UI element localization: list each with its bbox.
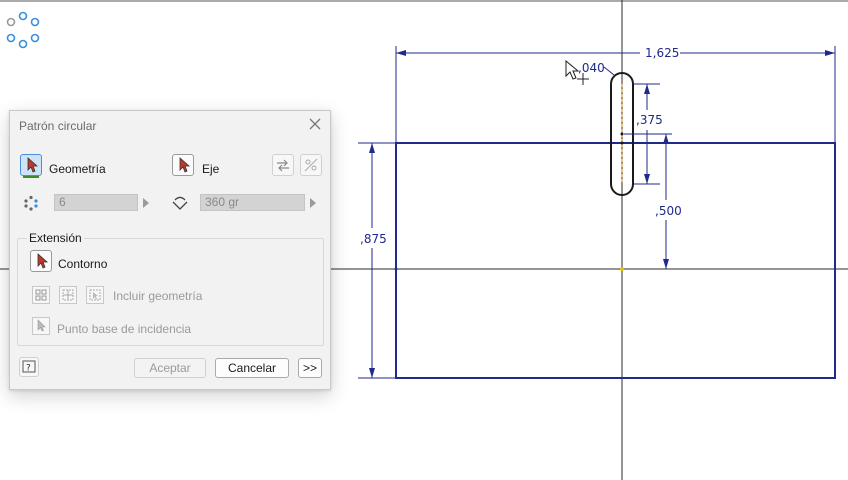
base-point-label: Punto base de incidencia (57, 322, 192, 336)
slot-radius-dimension[interactable]: ,040 (578, 61, 605, 75)
suppress-icon (304, 158, 318, 172)
flip-direction-button[interactable] (272, 154, 294, 176)
slot-length-dimension[interactable]: ,375 (636, 113, 663, 127)
select-arrow-icon (27, 157, 39, 173)
grid-icon (35, 289, 47, 301)
dialog-title: Patrón circular (19, 119, 97, 133)
height-dimension[interactable]: ,875 (360, 232, 387, 246)
more-options-button[interactable]: >> (298, 358, 322, 378)
suppress-button[interactable] (300, 154, 322, 176)
help-icon: ? (22, 360, 36, 374)
occurrence-count-input[interactable]: 6 (54, 194, 138, 211)
include-geometry-label: Incluir geometría (113, 289, 203, 303)
extension-title: Extensión (27, 231, 84, 245)
base-point-button[interactable] (32, 317, 50, 335)
svg-text:?: ? (26, 364, 31, 374)
include-select-button[interactable] (59, 286, 77, 304)
accept-button[interactable]: Aceptar (134, 358, 206, 378)
angle-icon (172, 196, 188, 210)
select-arrow-icon (37, 319, 46, 332)
circular-pattern-icon (6, 11, 40, 49)
grid-select-icon (62, 289, 74, 301)
close-icon[interactable] (307, 116, 323, 132)
geometry-label: Geometría (49, 162, 106, 176)
axis-label: Eje (202, 162, 220, 176)
cancel-button[interactable]: Cancelar (215, 358, 289, 378)
angle-arrow-icon[interactable] (310, 198, 316, 208)
include-all-button[interactable] (32, 286, 50, 304)
geometry-select-button[interactable] (20, 154, 42, 178)
slot-offset-dimension[interactable]: ,500 (655, 204, 682, 218)
include-pointer-button[interactable] (86, 286, 104, 304)
angle-input[interactable]: 360 gr (200, 194, 305, 211)
flip-icon (277, 159, 289, 172)
select-arrow-icon (179, 157, 191, 173)
axis-select-button[interactable] (172, 154, 194, 176)
circular-pattern-dialog: Patrón circular Geometría Eje 6 360 gr E… (9, 110, 331, 390)
grid-pointer-icon (89, 289, 101, 301)
occurrence-count-icon (24, 195, 38, 211)
count-arrow-icon[interactable] (143, 198, 149, 208)
contour-label: Contorno (58, 257, 108, 271)
select-arrow-icon (37, 253, 49, 269)
width-dimension[interactable]: 1,625 (645, 46, 679, 60)
contour-select-button[interactable] (30, 250, 52, 272)
sketch-rectangle[interactable] (395, 142, 836, 379)
help-button[interactable]: ? (19, 357, 39, 377)
